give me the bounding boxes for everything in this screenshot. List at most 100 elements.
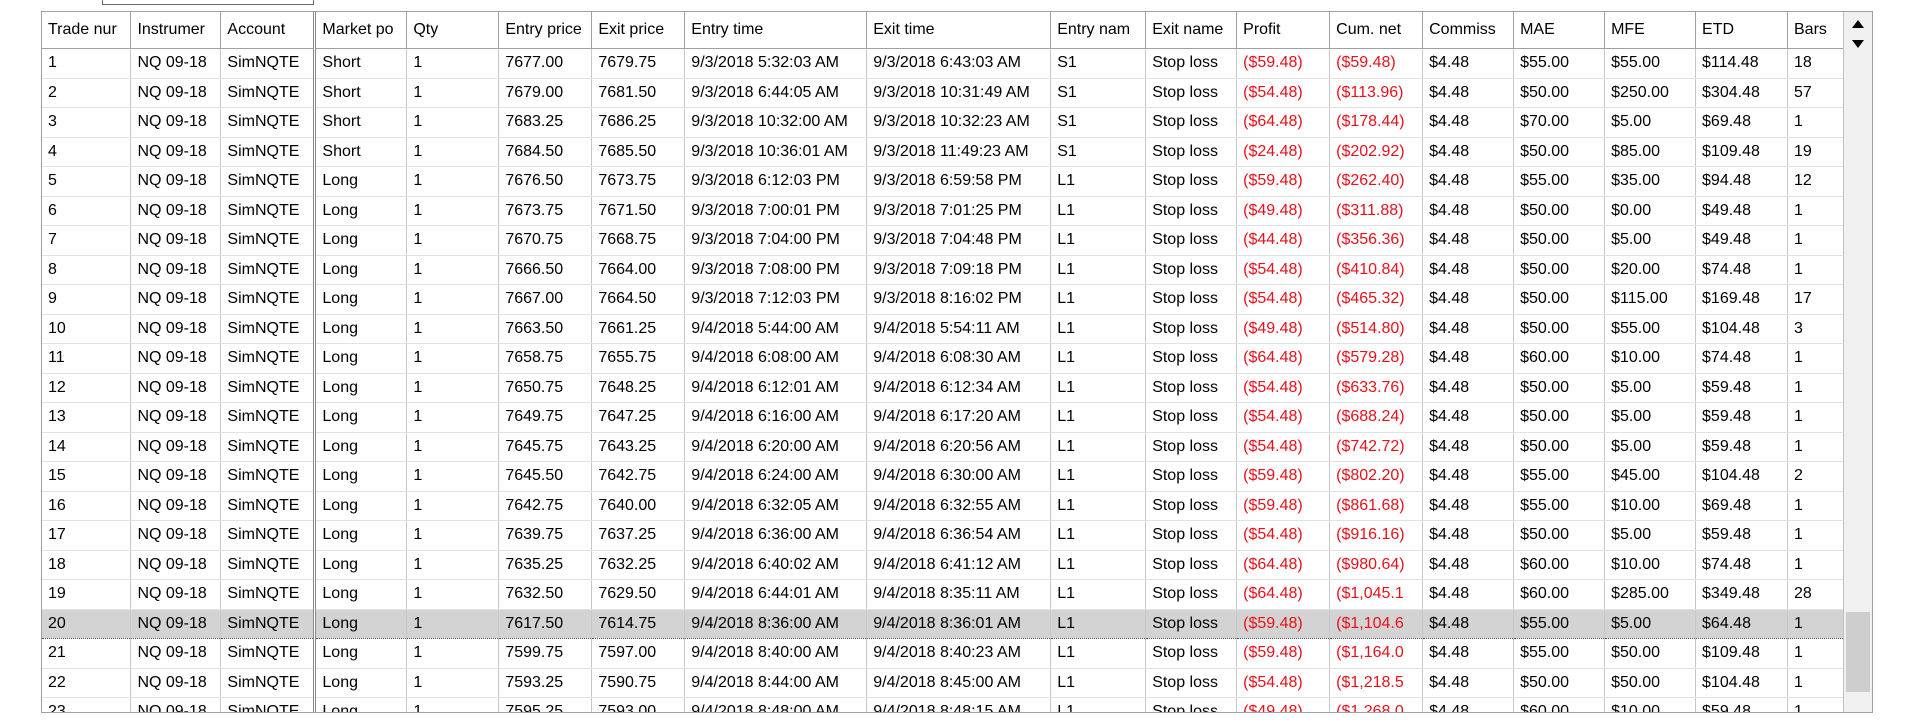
table-row[interactable]: 13 NQ 09-18 SimNQTE Long 1 7649.75 7647.25 9/4/… [42, 402, 1872, 433]
column-header[interactable]: Entry price [498, 12, 593, 49]
table-row[interactable]: 19 NQ 09-18 SimNQTE Long 1 7632.50 7629.50 9/4/… [42, 579, 1872, 610]
table-cell: Short [314, 78, 408, 108]
column-header[interactable]: Exit time [866, 12, 1052, 49]
table-cell: Stop loss [1145, 550, 1238, 580]
table-row[interactable]: 1 NQ 09-18 SimNQTE Short 1 7677.00 7679.75 9/3/… [42, 48, 1872, 79]
column-header[interactable]: Account [220, 12, 317, 49]
table-cell: ($49.48) [1236, 697, 1331, 712]
table-cell: $4.48 [1422, 48, 1515, 79]
table-cell: $60.00 [1513, 550, 1606, 580]
column-header[interactable]: MFE [1604, 12, 1697, 49]
table-cell: 7632.25 [591, 550, 686, 580]
table-row[interactable]: 4 NQ 09-18 SimNQTE Short 1 7684.50 7685.50 9/3/… [42, 137, 1872, 167]
table-row[interactable]: 22 NQ 09-18 SimNQTE Long 1 7593.25 7590.75 9/4/… [42, 668, 1872, 698]
vertical-scrollbar[interactable] [1843, 12, 1872, 712]
table-row[interactable]: 8 NQ 09-18 SimNQTE Long 1 7666.50 7664.00 9/3/2… [42, 255, 1872, 285]
table-row[interactable]: 23 NQ 09-18 SimNQTE Long 1 7595.25 7593.00 9/4/… [42, 697, 1872, 712]
table-cell: Long [314, 697, 408, 712]
table-cell: ($64.48) [1236, 550, 1331, 580]
table-row[interactable]: 5 NQ 09-18 SimNQTE Long 1 7676.50 7673.75 9/3/2… [42, 166, 1872, 197]
table-cell: ($356.36) [1329, 225, 1424, 256]
table-cell: Short [314, 137, 408, 167]
column-header[interactable]: Exit name [1145, 12, 1238, 49]
arrow-down-icon[interactable] [1844, 34, 1872, 54]
table-cell: 7676.50 [498, 166, 593, 197]
table-cell: Long [314, 520, 408, 551]
table-cell: $70.00 [1513, 107, 1606, 138]
table-cell: $115.00 [1604, 284, 1697, 315]
table-cell: $4.48 [1422, 225, 1515, 256]
top-input-field[interactable] [102, 0, 314, 5]
column-header[interactable]: Exit price [591, 12, 686, 49]
table-cell: $5.00 [1604, 608, 1697, 639]
trades-grid[interactable]: Trade nur Instrumer Account Market po Qty Ent… [41, 11, 1873, 713]
table-cell: 6 [42, 196, 132, 226]
table-cell: Stop loss [1145, 343, 1238, 374]
scrollbar-thumb[interactable] [1846, 612, 1870, 692]
table-row[interactable]: 9 NQ 09-18 SimNQTE Long 1 7667.00 7664.50 9/3/2… [42, 284, 1872, 315]
table-cell: 9 [42, 284, 132, 315]
table-cell: 7632.50 [498, 579, 593, 610]
table-cell: NQ 09-18 [130, 638, 222, 669]
table-cell: NQ 09-18 [130, 225, 222, 256]
table-row[interactable]: 20 NQ 09-18 SimNQTE Long 1 7617.50 7614.75 9/4/… [42, 608, 1872, 639]
table-cell: 7681.50 [591, 78, 686, 108]
table-cell: NQ 09-18 [130, 196, 222, 226]
table-row[interactable]: 18 NQ 09-18 SimNQTE Long 1 7635.25 7632.25 9/4/… [42, 550, 1872, 580]
table-cell: NQ 09-18 [130, 550, 222, 580]
table-cell: $60.00 [1513, 697, 1606, 712]
table-cell: $4.48 [1422, 579, 1515, 610]
table-row[interactable]: 16 NQ 09-18 SimNQTE Long 1 7642.75 7640.00 9/4/… [42, 491, 1872, 521]
table-cell: $4.48 [1422, 137, 1515, 167]
table-cell: $5.00 [1604, 107, 1697, 138]
table-row[interactable]: 6 NQ 09-18 SimNQTE Long 1 7673.75 7671.50 9/3/2… [42, 196, 1872, 226]
table-row[interactable]: 3 NQ 09-18 SimNQTE Short 1 7683.25 7686.25 9/3/… [42, 107, 1872, 138]
table-cell: S1 [1050, 107, 1147, 138]
table-row[interactable]: 21 NQ 09-18 SimNQTE Long 1 7599.75 7597.00 9/4/… [42, 638, 1872, 669]
column-header[interactable]: Trade nur [42, 12, 132, 49]
column-header[interactable]: Cum. net [1329, 12, 1424, 49]
table-cell: $104.48 [1695, 668, 1788, 698]
table-cell: $10.00 [1604, 550, 1697, 580]
column-header[interactable]: MAE [1513, 12, 1606, 49]
table-row[interactable]: 14 NQ 09-18 SimNQTE Long 1 7645.75 7643.25 9/4/… [42, 432, 1872, 462]
table-cell: 9/4/2018 8:40:23 AM [866, 638, 1052, 669]
table-cell: 7664.00 [591, 255, 686, 285]
column-header[interactable]: Entry nam [1050, 12, 1147, 49]
table-cell: ($49.48) [1236, 314, 1331, 344]
column-header[interactable]: Qty [406, 12, 500, 49]
table-row[interactable]: 7 NQ 09-18 SimNQTE Long 1 7670.75 7668.75 9/3/2… [42, 225, 1872, 256]
table-cell: $4.48 [1422, 697, 1515, 712]
table-cell: L1 [1050, 255, 1147, 285]
table-cell: $59.48 [1695, 697, 1788, 712]
column-header[interactable]: Instrumer [130, 12, 222, 49]
column-header[interactable]: Market po [314, 12, 408, 49]
table-row[interactable]: 15 NQ 09-18 SimNQTE Long 1 7645.50 7642.75 9/4/… [42, 461, 1872, 492]
table-cell: NQ 09-18 [130, 432, 222, 462]
table-cell: $55.00 [1513, 166, 1606, 197]
table-cell: 1 [406, 166, 500, 197]
table-cell: ($916.16) [1329, 520, 1424, 551]
table-cell: 9/4/2018 6:08:00 AM [684, 343, 868, 374]
table-cell: $55.00 [1513, 48, 1606, 79]
table-cell: 9/3/2018 10:36:01 AM [684, 137, 868, 167]
table-row[interactable]: 11 NQ 09-18 SimNQTE Long 1 7658.75 7655.75 9/4/… [42, 343, 1872, 374]
table-cell: 1 [406, 550, 500, 580]
table-cell: 9/4/2018 6:32:05 AM [684, 491, 868, 521]
table-row[interactable]: 10 NQ 09-18 SimNQTE Long 1 7663.50 7661.25 9/4/… [42, 314, 1872, 344]
column-header[interactable]: ETD [1695, 12, 1788, 49]
table-body: 1 NQ 09-18 SimNQTE Short 1 7677.00 7679.75 9/3/… [42, 48, 1872, 712]
table-cell: Long [314, 402, 408, 433]
table-row[interactable]: 2 NQ 09-18 SimNQTE Short 1 7679.00 7681.50 9/3/… [42, 78, 1872, 108]
table-cell: SimNQTE [220, 78, 317, 108]
table-cell: Stop loss [1145, 48, 1238, 79]
table-header: Trade nur Instrumer Account Market po Qty Ent… [42, 12, 1872, 49]
table-cell: NQ 09-18 [130, 343, 222, 374]
arrow-up-icon[interactable] [1844, 14, 1872, 34]
column-header[interactable]: Profit [1236, 12, 1331, 49]
column-header[interactable]: Entry time [684, 12, 868, 49]
table-cell: $4.48 [1422, 284, 1515, 315]
table-row[interactable]: 12 NQ 09-18 SimNQTE Long 1 7650.75 7648.25 9/4/… [42, 373, 1872, 403]
table-row[interactable]: 17 NQ 09-18 SimNQTE Long 1 7639.75 7637.25 9/4/… [42, 520, 1872, 551]
column-header[interactable]: Commiss [1422, 12, 1515, 49]
